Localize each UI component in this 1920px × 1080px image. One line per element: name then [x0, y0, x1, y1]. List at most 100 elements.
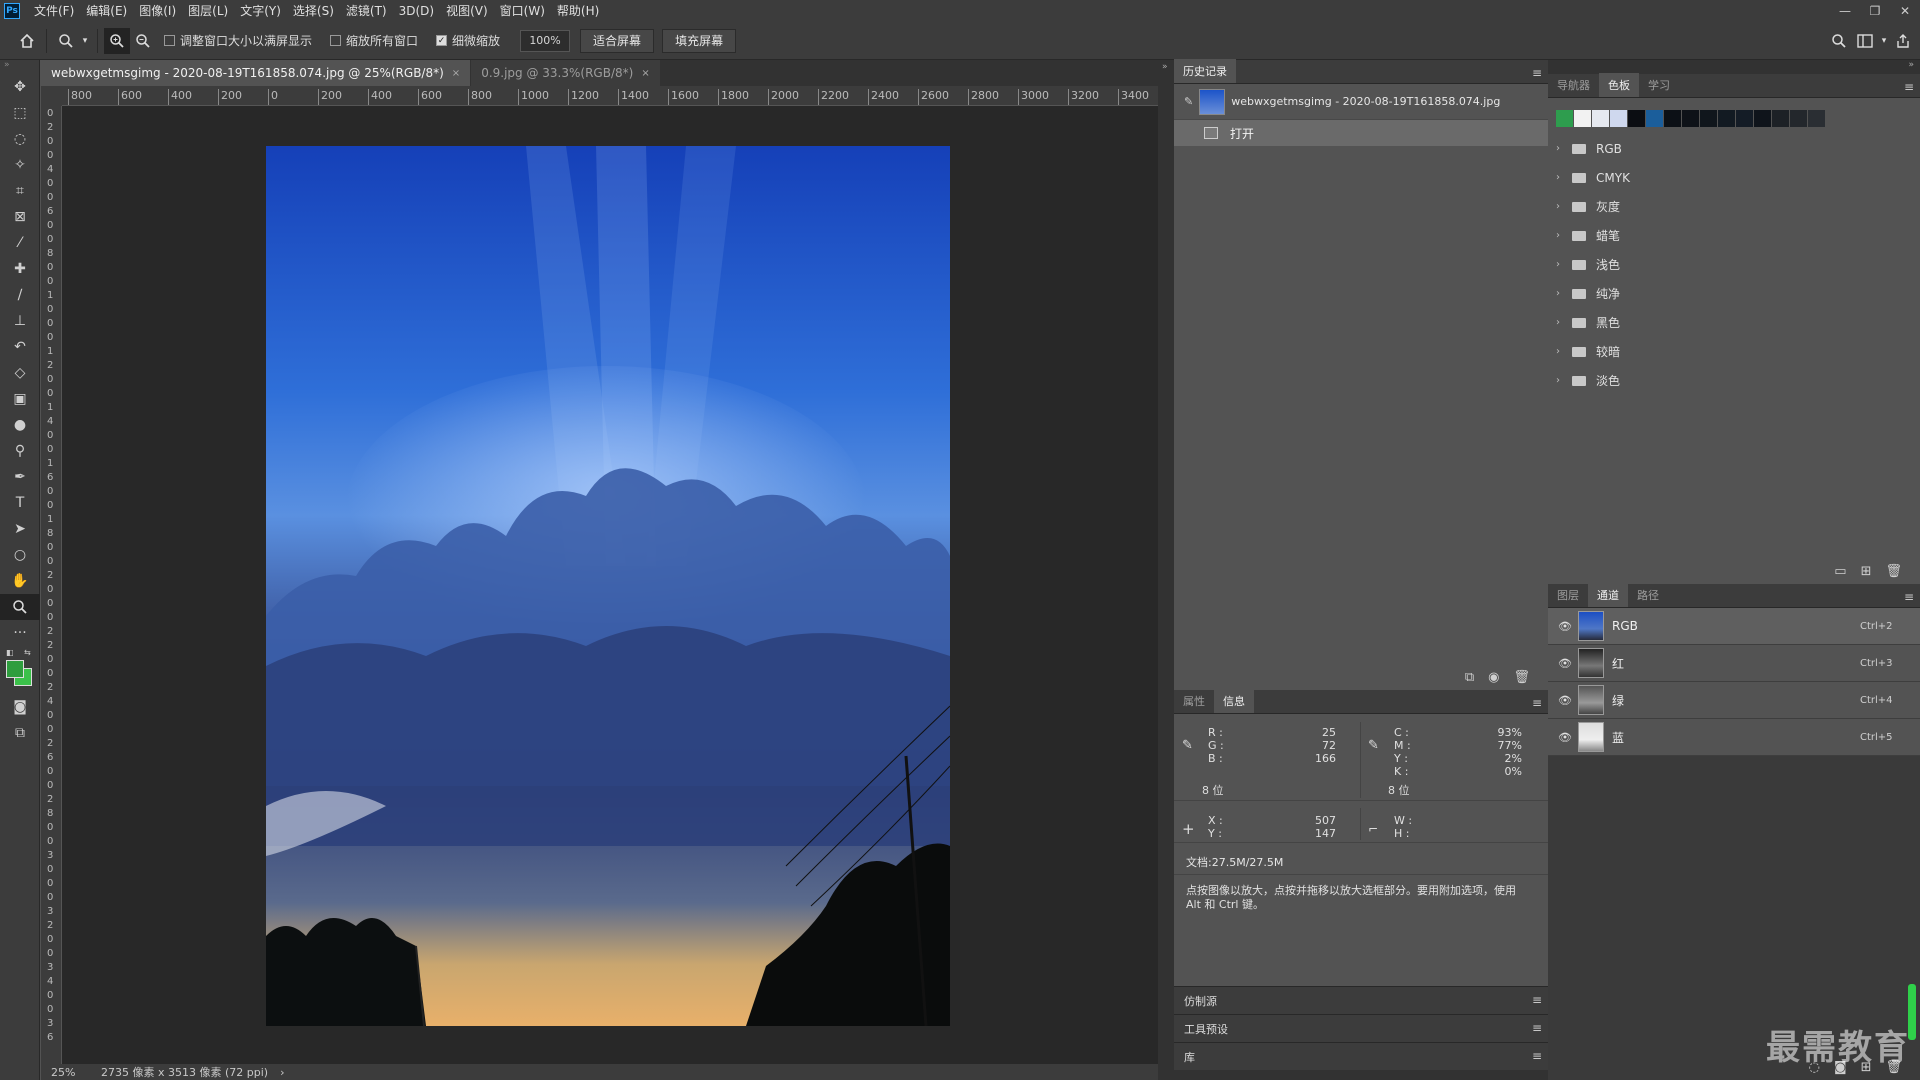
color-swatch[interactable] [1736, 110, 1753, 127]
panel-menu-icon[interactable]: ≡ [1532, 1021, 1542, 1035]
history-brush-tool-icon[interactable]: ↶ [0, 334, 40, 360]
chevron-right-icon[interactable]: › [1556, 201, 1566, 212]
search-icon[interactable] [1826, 28, 1852, 54]
visibility-eye-icon[interactable]: 👁 [1558, 694, 1572, 707]
tab-history[interactable]: 历史记录 [1174, 59, 1236, 83]
visibility-eye-icon[interactable]: 👁 [1558, 620, 1572, 633]
close-window-button[interactable]: ✕ [1890, 0, 1920, 22]
menu-3d[interactable]: 3D(D) [393, 0, 440, 22]
document-tab-inactive[interactable]: 0.9.jpg @ 33.3%(RGB/8*) × [471, 60, 660, 86]
chevron-right-icon[interactable]: › [1556, 375, 1566, 386]
crop-tool-icon[interactable]: ⌗ [0, 178, 40, 204]
channel-row-red[interactable]: 👁 红 Ctrl+3 [1548, 645, 1920, 682]
marquee-tool-icon[interactable]: ⬚ [0, 100, 40, 126]
channel-row-rgb[interactable]: 👁 RGB Ctrl+2 [1548, 608, 1920, 645]
zoom-tool-icon[interactable] [0, 594, 40, 620]
menu-window[interactable]: 窗口(W) [494, 0, 551, 22]
color-swatch[interactable] [1628, 110, 1645, 127]
panel-clone-source[interactable]: 仿制源 ≡ [1174, 986, 1548, 1014]
chevron-down-icon[interactable]: ▾ [1878, 28, 1890, 54]
tab-layers[interactable]: 图层 [1548, 583, 1588, 607]
brush-tool-icon[interactable]: ∕ [0, 282, 40, 308]
history-snapshot[interactable]: ✎ webwxgetmsgimg - 2020-08-19T161858.074… [1174, 84, 1548, 120]
color-swatch[interactable] [1772, 110, 1789, 127]
share-icon[interactable] [1890, 28, 1916, 54]
chevron-right-icon[interactable]: › [1556, 172, 1566, 183]
trash-icon[interactable]: 🗑 [1885, 564, 1902, 579]
fill-screen-button[interactable]: 填充屏幕 [662, 28, 737, 53]
zoom-in-icon[interactable] [104, 27, 130, 54]
move-tool-icon[interactable]: ✥ [0, 74, 40, 100]
foreground-color-swatch[interactable] [6, 660, 24, 678]
swatch-group-row[interactable]: › 灰度 [1548, 192, 1920, 221]
panel-menu-icon[interactable]: ≡ [1532, 993, 1542, 1007]
chevron-right-icon[interactable]: › [1556, 288, 1566, 299]
swatch-group-row[interactable]: › 较暗 [1548, 337, 1920, 366]
stamp-tool-icon[interactable]: ⊥ [0, 308, 40, 334]
new-document-from-state-icon[interactable]: ⧉ [1465, 670, 1474, 685]
blur-tool-icon[interactable]: ● [0, 412, 40, 438]
panel-collapse-strip[interactable]: » [1158, 60, 1174, 1080]
history-step[interactable]: 打开 [1174, 120, 1548, 146]
chevron-right-icon[interactable]: › [1556, 230, 1566, 241]
swatch-group-row[interactable]: › 黑色 [1548, 308, 1920, 337]
panel-libraries[interactable]: 库 ≡ [1174, 1042, 1548, 1070]
frame-tool-icon[interactable]: ⊠ [0, 204, 40, 230]
swatch-group-row[interactable]: › 淡色 [1548, 366, 1920, 395]
dodge-tool-icon[interactable]: ⚲ [0, 438, 40, 464]
chevron-down-icon[interactable]: ▾ [79, 28, 91, 54]
panel-menu-icon[interactable]: ≡ [1532, 1049, 1542, 1063]
color-swatch[interactable] [1700, 110, 1717, 127]
zoom-out-icon[interactable] [130, 28, 156, 54]
zoom-tool-preset-icon[interactable] [53, 28, 79, 54]
chevron-right-icon[interactable]: › [1556, 317, 1566, 328]
panel-menu-icon[interactable]: ≡ [1904, 80, 1914, 94]
channel-row-blue[interactable]: 👁 蓝 Ctrl+5 [1548, 719, 1920, 756]
tab-info[interactable]: 信息 [1214, 689, 1254, 713]
swatch-group-row[interactable]: › CMYK [1548, 163, 1920, 192]
panel-tool-presets[interactable]: 工具预设 ≡ [1174, 1014, 1548, 1042]
more-tools-icon[interactable]: ··· [0, 620, 40, 646]
menu-filter[interactable]: 滤镜(T) [340, 0, 393, 22]
swatch-group-row[interactable]: › RGB [1548, 134, 1920, 163]
workspace-icon[interactable] [1852, 28, 1878, 54]
hand-tool-icon[interactable]: ✋ [0, 568, 40, 594]
swatch-group-row[interactable]: › 蜡笔 [1548, 221, 1920, 250]
panel-menu-icon[interactable]: ≡ [1532, 696, 1542, 710]
zoom-all-windows-box[interactable] [330, 35, 342, 46]
menu-edit[interactable]: 编辑(E) [80, 0, 133, 22]
scrubby-zoom-box[interactable]: ✓ [436, 35, 448, 46]
menu-image[interactable]: 图像(I) [133, 0, 182, 22]
color-swatches[interactable]: ◧ ⇆ [0, 646, 39, 694]
healing-brush-tool-icon[interactable]: ✚ [0, 256, 40, 282]
camera-icon[interactable]: ◉ [1488, 670, 1499, 685]
scrubby-zoom-checkbox[interactable]: ✓ 细微缩放 [436, 32, 500, 49]
screen-mode-icon[interactable]: ⧉ [0, 720, 40, 746]
gradient-tool-icon[interactable]: ▣ [0, 386, 40, 412]
chevron-right-icon[interactable]: › [1556, 346, 1566, 357]
color-swatch[interactable] [1754, 110, 1771, 127]
collapse-panels-icon[interactable]: » [1158, 60, 1174, 72]
menu-file[interactable]: 文件(F) [28, 0, 80, 22]
new-swatch-icon[interactable]: ⊞ [1861, 564, 1872, 579]
history-brush-source-icon[interactable]: ✎ [1184, 95, 1193, 108]
vertical-ruler[interactable]: 0 2 0 0 4 0 0 6 0 0 8 0 0 1 0 0 0 1 2 0 0 1 4 0 0 1 6 0 0 1 8 0 0 2 0 0 0 2 2 0… [41, 106, 62, 1064]
visibility-eye-icon[interactable]: 👁 [1558, 731, 1572, 744]
color-swatch[interactable] [1592, 110, 1609, 127]
tab-properties[interactable]: 属性 [1174, 689, 1214, 713]
tab-swatches[interactable]: 色板 [1599, 73, 1639, 97]
menu-select[interactable]: 选择(S) [287, 0, 340, 22]
zoom-percentage-field[interactable]: 100% [520, 29, 571, 52]
swatch-group-row[interactable]: › 纯净 [1548, 279, 1920, 308]
folder-icon[interactable]: ▭ [1834, 564, 1846, 579]
magic-wand-tool-icon[interactable]: ✧ [0, 152, 40, 178]
resize-windows-box[interactable] [164, 35, 175, 46]
fit-screen-button[interactable]: 适合屏幕 [580, 28, 655, 53]
tab-navigator[interactable]: 导航器 [1548, 73, 1599, 97]
chevron-right-icon[interactable]: › [1556, 259, 1566, 270]
minimize-button[interactable]: — [1830, 0, 1860, 22]
restore-button[interactable]: ❐ [1860, 0, 1890, 22]
type-tool-icon[interactable]: T [0, 490, 40, 516]
ruler-origin[interactable] [41, 86, 62, 106]
menu-view[interactable]: 视图(V) [440, 0, 494, 22]
